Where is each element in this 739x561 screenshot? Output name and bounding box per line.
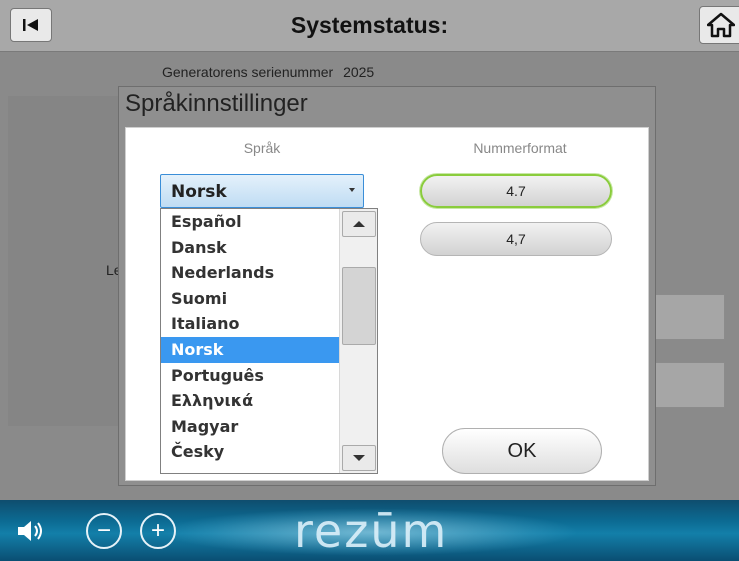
language-dropdown-list[interactable]: Español Dansk Nederlands Suomi Italiano … xyxy=(160,208,378,474)
volume-up-button[interactable]: + xyxy=(140,513,176,549)
volume-down-button[interactable]: − xyxy=(86,513,122,549)
language-option[interactable]: Česky xyxy=(161,439,341,465)
number-format-dot-button[interactable]: 4.7 xyxy=(420,174,612,208)
language-option[interactable]: Português xyxy=(161,363,341,389)
speaker-icon xyxy=(18,521,42,541)
serial-number-label: Generatorens serienummer xyxy=(162,64,334,80)
language-option[interactable]: Magyar xyxy=(161,414,341,440)
language-option[interactable]: Ελληνικά xyxy=(161,388,341,414)
brand-logo: rezūm xyxy=(294,504,449,558)
volume-button[interactable] xyxy=(16,518,46,544)
language-option[interactable]: Español xyxy=(161,209,341,235)
scrollbar-thumb[interactable] xyxy=(342,267,376,345)
scrollbar[interactable] xyxy=(339,209,377,473)
language-option[interactable]: Nederlands xyxy=(161,260,341,286)
arrow-down-icon xyxy=(353,455,365,461)
page-title: Systemstatus: xyxy=(290,12,449,38)
chevron-down-icon xyxy=(349,188,355,192)
home-icon xyxy=(707,12,735,38)
arrow-up-icon xyxy=(353,221,365,227)
scroll-up-button[interactable] xyxy=(342,211,376,237)
language-select[interactable]: Norsk xyxy=(160,174,364,208)
home-button[interactable] xyxy=(699,6,739,44)
serial-number-value: 2025 xyxy=(343,64,375,80)
language-option[interactable]: Dansk xyxy=(161,235,341,261)
language-option-selected[interactable]: Norsk xyxy=(161,336,341,363)
language-settings-dialog: Språkinnstillinger Språk Nummerformat No… xyxy=(118,86,656,486)
ok-button[interactable]: OK xyxy=(442,428,602,474)
dialog-title: Språkinnstillinger xyxy=(125,90,308,117)
bottom-bar: − + rezūm xyxy=(0,500,739,561)
language-option[interactable]: Suomi xyxy=(161,286,341,312)
number-format-label: Nummerformat xyxy=(473,140,567,156)
language-label: Språk xyxy=(243,140,281,156)
serial-number-row: Generatorens serienummer 2025 xyxy=(162,64,374,80)
number-format-comma-button[interactable]: 4,7 xyxy=(420,222,612,256)
background-panel xyxy=(8,96,118,426)
top-bar: Systemstatus: xyxy=(0,0,739,52)
scroll-down-button[interactable] xyxy=(342,445,376,471)
dialog-body: Språk Nummerformat Norsk Español Dansk N… xyxy=(125,127,649,481)
language-option[interactable]: Italiano xyxy=(161,311,341,337)
selected-language: Norsk xyxy=(171,182,227,202)
